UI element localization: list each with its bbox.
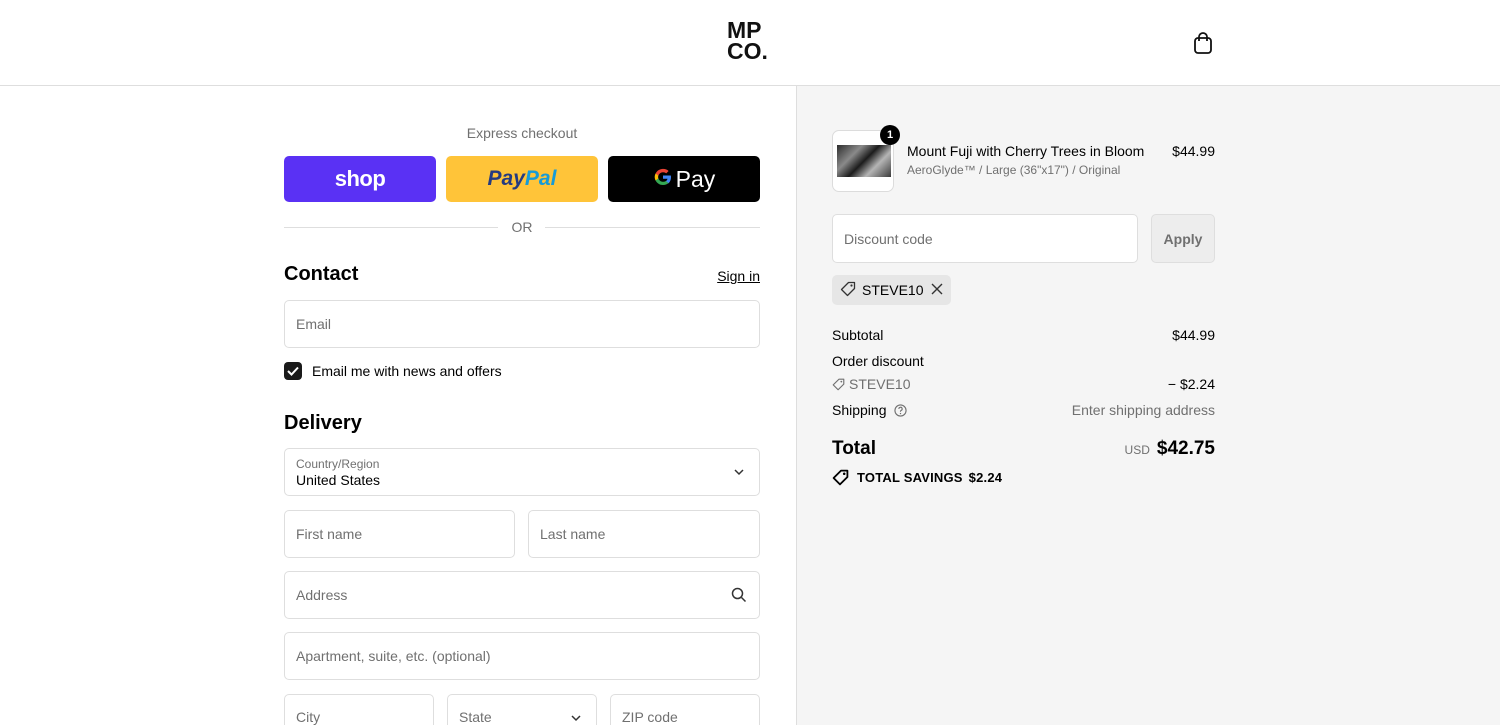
first-name-field[interactable]: First name (284, 510, 515, 558)
paypal-label-pal: Pal (524, 167, 557, 190)
search-icon[interactable] (731, 587, 747, 603)
store-logo[interactable]: MP CO. (727, 19, 768, 64)
chevron-down-icon (568, 710, 584, 725)
tag-icon (832, 378, 845, 394)
order-discount-row: Order discount (832, 353, 1215, 369)
newsletter-row: Email me with news and offers (284, 362, 502, 380)
quantity-badge: 1 (880, 125, 900, 145)
google-pay-button[interactable]: Pay (608, 156, 760, 202)
subtotal-value: $44.99 (1172, 327, 1215, 343)
newsletter-checkbox[interactable] (284, 362, 302, 380)
sign-in-link[interactable]: Sign in (717, 268, 760, 284)
total-amount: $42.75 (1156, 438, 1215, 459)
total-row: Total USD $42.75 (832, 438, 1215, 460)
city-field[interactable]: City (284, 694, 434, 725)
or-label: OR (501, 219, 543, 235)
savings-tag-icon (832, 469, 849, 486)
paypal-label-pay: Pay (487, 167, 525, 190)
checkmark-icon (287, 366, 299, 376)
country-value: United States (296, 472, 381, 488)
country-select[interactable]: Country/Region United States (284, 448, 760, 496)
apply-discount-button[interactable]: Apply (1151, 214, 1215, 263)
discount-placeholder: Discount code (844, 230, 933, 247)
savings-value: $2.24 (968, 470, 1003, 485)
logo-line-2: CO. (727, 38, 768, 64)
applied-code: STEVE10 (862, 282, 924, 298)
product-image (837, 145, 891, 177)
address-field[interactable]: Address (284, 571, 760, 619)
newsletter-label: Email me with news and offers (312, 363, 502, 379)
total-savings-row: TOTAL SAVINGS $2.24 (832, 469, 1002, 486)
discount-code-line: STEVE10 (849, 376, 911, 392)
close-icon[interactable] (931, 282, 943, 298)
zip-placeholder: ZIP code (622, 709, 678, 725)
applied-discount-tag: STEVE10 (832, 275, 952, 305)
shipping-label: Shipping (832, 402, 887, 418)
google-g-icon (653, 166, 673, 193)
state-placeholder: State (459, 709, 492, 725)
discount-code-row: STEVE10 − $2.24 (832, 376, 1215, 394)
paypal-button[interactable]: Pay Pal (446, 156, 598, 202)
google-pay-label: Pay (675, 165, 716, 192)
subtotal-row: Subtotal $44.99 (832, 327, 1215, 343)
contact-heading: Contact (284, 263, 359, 285)
shop-pay-button[interactable]: shop (284, 156, 436, 202)
header: MP CO. (0, 0, 1500, 86)
product-price: $44.99 (1172, 143, 1215, 159)
shipping-row: Shipping Enter shipping address (832, 402, 1215, 420)
email-field[interactable]: Email (284, 300, 760, 348)
city-placeholder: City (296, 709, 321, 725)
shop-pay-label: shop (334, 166, 386, 191)
apartment-field[interactable]: Apartment, suite, etc. (optional) (284, 632, 760, 680)
delivery-heading: Delivery (284, 412, 362, 434)
email-placeholder: Email (296, 316, 332, 332)
subtotal-label: Subtotal (832, 327, 884, 343)
last-name-placeholder: Last name (540, 526, 606, 542)
first-name-placeholder: First name (296, 526, 363, 542)
product-variant: AeroGlyde™ / Large (36"x17") / Original (907, 163, 1121, 177)
help-icon[interactable] (894, 404, 908, 420)
product-name: Mount Fuji with Cherry Trees in Bloom (907, 143, 1145, 159)
zip-field[interactable]: ZIP code (610, 694, 760, 725)
country-label: Country/Region (296, 457, 380, 471)
currency-code: USD (1124, 443, 1150, 457)
chevron-down-icon (731, 464, 747, 480)
shipping-value: Enter shipping address (1071, 402, 1215, 418)
express-checkout-label: Express checkout (466, 125, 578, 141)
discount-value: − $2.24 (1167, 376, 1215, 392)
bag-icon[interactable] (1192, 31, 1214, 55)
last-name-field[interactable]: Last name (528, 510, 760, 558)
savings-label: TOTAL SAVINGS (857, 470, 963, 485)
tag-icon (840, 281, 856, 300)
or-divider: OR (284, 218, 760, 236)
state-select[interactable]: State (447, 694, 597, 725)
total-label: Total (832, 438, 876, 459)
apartment-placeholder: Apartment, suite, etc. (optional) (296, 648, 491, 664)
address-placeholder: Address (296, 587, 348, 603)
order-discount-label: Order discount (832, 353, 924, 369)
discount-code-field[interactable]: Discount code (832, 214, 1138, 263)
